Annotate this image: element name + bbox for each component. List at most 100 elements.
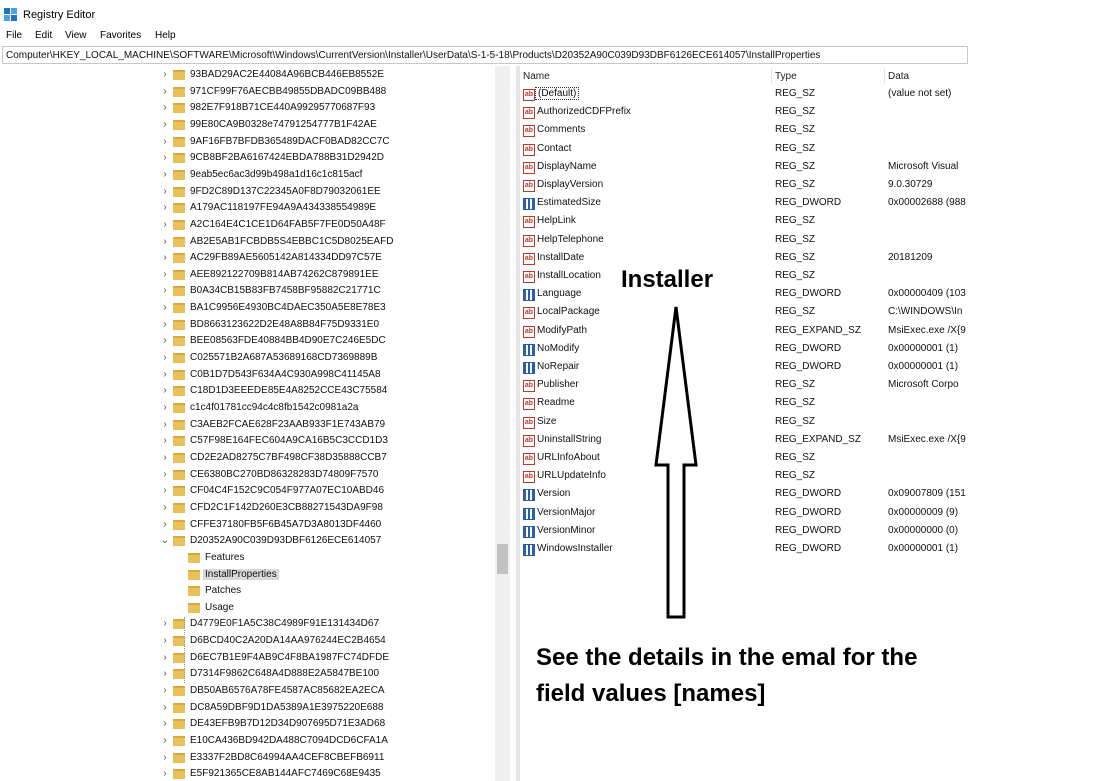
value-name: AuthorizedCDFPrefix bbox=[537, 106, 631, 118]
expand-chevron-icon[interactable]: › bbox=[160, 485, 170, 496]
tree-key-label: 9AF16FB7BFDB365489DACF0BAD82CC7C bbox=[190, 135, 390, 147]
expand-chevron-icon[interactable]: › bbox=[160, 752, 170, 763]
expand-chevron-icon[interactable]: › bbox=[160, 385, 170, 396]
expand-chevron-icon[interactable]: › bbox=[160, 652, 170, 663]
expand-chevron-icon[interactable]: › bbox=[160, 735, 170, 746]
value-row[interactable]: VersionMinor REG_DWORD 0x00000000 (0) bbox=[520, 523, 972, 541]
menu-file[interactable]: File bbox=[6, 30, 22, 41]
value-row[interactable]: NoRepair REG_DWORD 0x00000001 (1) bbox=[520, 359, 972, 377]
expand-chevron-icon[interactable]: › bbox=[160, 269, 170, 280]
value-row[interactable]: ab UninstallString REG_EXPAND_SZ MsiExec.ex… bbox=[520, 432, 972, 450]
value-row[interactable]: Version REG_DWORD 0x09007809 (151 bbox=[520, 486, 972, 504]
tree-key-label: CE6380BC270BD86328283D74809F7570 bbox=[190, 468, 379, 480]
column-separator[interactable] bbox=[884, 68, 885, 84]
value-row[interactable]: ab Publisher REG_SZ Microsoft Corpo bbox=[520, 377, 972, 395]
expand-chevron-icon[interactable]: › bbox=[160, 186, 170, 197]
expand-chevron-icon[interactable]: › bbox=[160, 685, 170, 696]
folder-icon bbox=[173, 319, 185, 330]
tree-scrollbar-thumb[interactable] bbox=[497, 544, 508, 574]
expand-chevron-icon[interactable]: › bbox=[160, 452, 170, 463]
expand-chevron-icon[interactable]: › bbox=[160, 252, 170, 263]
value-row[interactable]: ab Comments REG_SZ bbox=[520, 122, 972, 140]
value-data: 0x00000000 (0) bbox=[888, 524, 959, 536]
expand-chevron-icon[interactable]: › bbox=[160, 319, 170, 330]
expand-chevron-icon[interactable]: › bbox=[160, 519, 170, 530]
value-row[interactable]: ab DisplayVersion REG_SZ 9.0.30729 bbox=[520, 177, 972, 195]
expand-chevron-icon[interactable]: › bbox=[160, 369, 170, 380]
tree-key-label: A179AC118197FE94A9A434338554989E bbox=[190, 202, 377, 214]
value-row[interactable]: VersionMajor REG_DWORD 0x00000009 (9) bbox=[520, 505, 972, 523]
value-row[interactable]: ab (Default) REG_SZ (value not set) bbox=[520, 86, 972, 104]
expand-chevron-icon[interactable]: › bbox=[160, 668, 170, 679]
expand-chevron-icon[interactable]: › bbox=[160, 302, 170, 313]
value-name: NoModify bbox=[537, 342, 580, 354]
expand-chevron-icon[interactable]: › bbox=[160, 768, 170, 779]
value-name: NoRepair bbox=[537, 361, 580, 372]
expand-chevron-icon[interactable]: › bbox=[160, 502, 170, 513]
menu-view[interactable]: View bbox=[65, 30, 87, 41]
value-row[interactable]: ab InstallDate REG_SZ 20181209 bbox=[520, 250, 972, 268]
value-row[interactable]: ab Readme REG_SZ bbox=[520, 395, 972, 413]
value-data: 0x00000001 (1) bbox=[888, 543, 959, 554]
expand-chevron-icon[interactable]: › bbox=[160, 635, 170, 646]
expand-chevron-icon[interactable]: › bbox=[160, 202, 170, 213]
expand-chevron-icon[interactable]: › bbox=[160, 618, 170, 629]
tree-scrollbar[interactable] bbox=[495, 66, 510, 781]
expand-chevron-icon[interactable]: › bbox=[160, 236, 170, 247]
value-row[interactable]: EstimatedSize REG_DWORD 0x00002688 (988 bbox=[520, 195, 972, 213]
registry-key-tree[interactable]: › 93BAD29AC2E44084A96BCB446EB8552E › 971CF9… bbox=[0, 66, 516, 781]
expand-chevron-icon[interactable]: › bbox=[160, 152, 170, 163]
tree-key-label: 9CB8BF2BA6167424EBDA788B31D2942D bbox=[190, 152, 385, 164]
expand-chevron-icon[interactable]: › bbox=[160, 285, 170, 296]
value-row[interactable]: ab HelpLink REG_SZ bbox=[520, 213, 972, 231]
value-row[interactable]: ab DisplayName REG_SZ Microsoft Visual bbox=[520, 159, 972, 177]
value-row[interactable]: ab LocalPackage REG_SZ C:\WINDOWS\In bbox=[520, 304, 972, 322]
value-row[interactable]: Language REG_DWORD 0x00000409 (103 bbox=[520, 286, 972, 304]
value-row[interactable]: ab URLInfoAbout REG_SZ bbox=[520, 450, 972, 468]
value-name: Version bbox=[537, 488, 571, 500]
value-row[interactable]: WindowsInstaller REG_DWORD 0x00000001 (1) bbox=[520, 541, 972, 559]
value-name: HelpLink bbox=[537, 215, 576, 227]
column-header-data[interactable]: Data bbox=[888, 71, 909, 82]
expand-chevron-icon[interactable]: › bbox=[160, 219, 170, 230]
column-header-type[interactable]: Type bbox=[775, 71, 797, 82]
tree-key-label: CF04C4F152C9C054F977A07EC10ABD46 bbox=[190, 485, 385, 497]
expand-chevron-icon[interactable]: › bbox=[160, 335, 170, 346]
expand-chevron-icon[interactable]: › bbox=[160, 69, 170, 80]
expand-chevron-icon[interactable]: › bbox=[160, 419, 170, 430]
value-row[interactable]: ab InstallLocation REG_SZ bbox=[520, 268, 972, 286]
expand-chevron-icon[interactable]: › bbox=[160, 435, 170, 446]
registry-values-list[interactable]: Name Type Data ab (Default) REG_SZ (value n… bbox=[520, 66, 972, 781]
expand-chevron-icon[interactable]: › bbox=[160, 119, 170, 130]
column-separator[interactable] bbox=[771, 68, 772, 84]
expand-chevron-icon[interactable]: › bbox=[160, 469, 170, 480]
value-row[interactable]: NoModify REG_DWORD 0x00000001 (1) bbox=[520, 341, 972, 359]
menu-favorites[interactable]: Favorites bbox=[100, 30, 141, 41]
value-row[interactable]: ab Contact REG_SZ bbox=[520, 141, 972, 159]
value-type: REG_SZ bbox=[775, 142, 816, 154]
value-row[interactable]: ab Size REG_SZ bbox=[520, 414, 972, 432]
column-header-name[interactable]: Name bbox=[523, 71, 550, 82]
menu-edit[interactable]: Edit bbox=[35, 30, 52, 41]
value-row[interactable]: ab URLUpdateInfo REG_SZ bbox=[520, 468, 972, 486]
tree-key-label: E5F921365CE8AB144AFC7469C68E9435 bbox=[190, 768, 381, 780]
address-bar[interactable]: Computer\HKEY_LOCAL_MACHINE\SOFTWARE\Mic… bbox=[2, 46, 968, 64]
expand-chevron-icon[interactable]: › bbox=[160, 102, 170, 113]
expand-chevron-icon[interactable]: › bbox=[160, 402, 170, 413]
value-row[interactable]: ab AuthorizedCDFPrefix REG_SZ bbox=[520, 104, 972, 122]
value-row[interactable]: ab HelpTelephone REG_SZ bbox=[520, 232, 972, 250]
expand-chevron-icon[interactable]: › bbox=[160, 136, 170, 147]
tree-key-label: D7314F9862C648A4D888E2A5847BE100 bbox=[190, 668, 380, 680]
tree-key-label: BD8663123622D2E48A8B84F75D9331E0 bbox=[190, 318, 380, 330]
expand-chevron-icon[interactable]: › bbox=[160, 718, 170, 729]
collapse-chevron-icon[interactable]: ⌄ bbox=[160, 535, 170, 546]
menu-help[interactable]: Help bbox=[155, 30, 176, 41]
expand-chevron-icon[interactable]: › bbox=[160, 352, 170, 363]
value-row[interactable]: ab ModifyPath REG_EXPAND_SZ MsiExec.exe /X{… bbox=[520, 323, 972, 341]
expand-chevron-icon[interactable]: › bbox=[160, 702, 170, 713]
value-name: WindowsInstaller bbox=[537, 543, 613, 554]
expand-chevron-icon[interactable]: › bbox=[160, 169, 170, 180]
tree-key-label: AB2E5AB1FCBDB5S4EBBC1C5D8025EAFD bbox=[190, 235, 394, 247]
value-name: UninstallString bbox=[537, 433, 602, 445]
expand-chevron-icon[interactable]: › bbox=[160, 86, 170, 97]
